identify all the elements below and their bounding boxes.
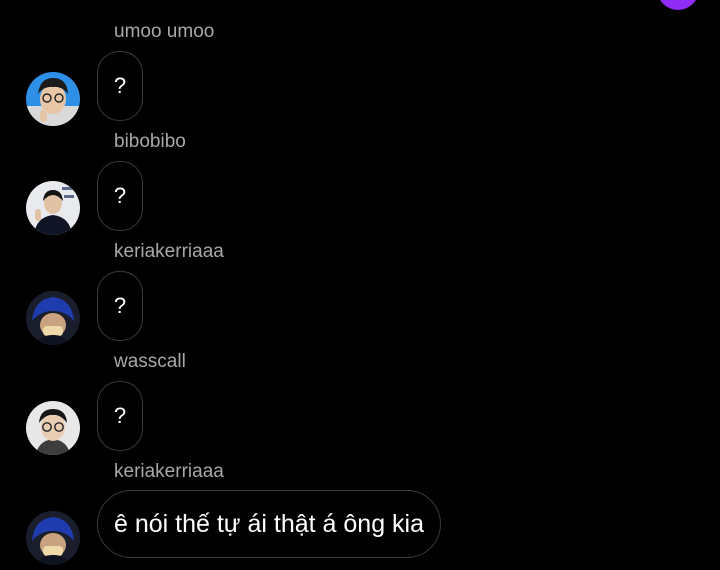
sender-name[interactable]: keriakerriaaa	[114, 241, 224, 263]
profile-indicator-dot	[657, 0, 699, 10]
message-bubble[interactable]: ?	[97, 381, 143, 451]
avatar[interactable]	[26, 401, 80, 455]
avatar[interactable]	[26, 181, 80, 235]
sender-name[interactable]: keriakerriaaa	[114, 461, 224, 483]
message-bubble[interactable]: ?	[97, 51, 143, 121]
avatar[interactable]	[26, 291, 80, 345]
avatar[interactable]	[26, 72, 80, 126]
avatar[interactable]	[26, 511, 80, 565]
message-bubble[interactable]: ?	[97, 271, 143, 341]
sender-name[interactable]: bibobibo	[114, 131, 186, 153]
message-bubble[interactable]: ê nói thế tự ái thật á ông kia	[97, 490, 441, 558]
message-bubble[interactable]: ?	[97, 161, 143, 231]
sender-name[interactable]: wasscall	[114, 351, 186, 373]
sender-name[interactable]: umoo umoo	[114, 21, 214, 43]
